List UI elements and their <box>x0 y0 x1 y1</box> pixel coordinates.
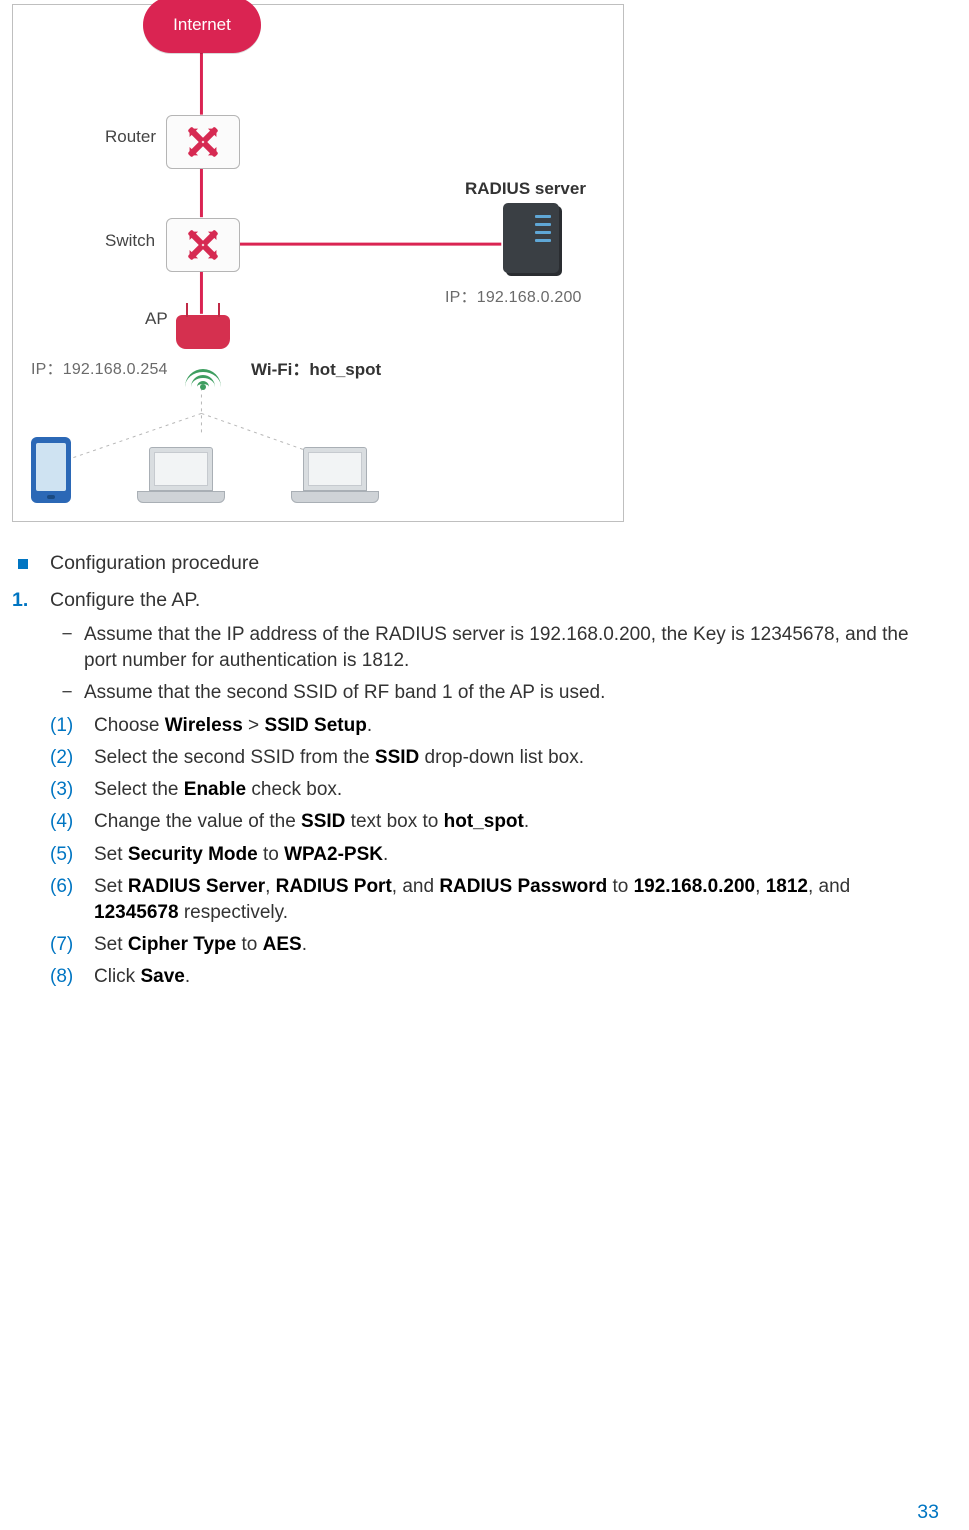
radius-server-icon <box>503 203 559 273</box>
ap-label: AP <box>145 309 168 329</box>
wifi-icon <box>183 357 223 387</box>
step-title: Configure the AP. <box>50 589 200 612</box>
substep: (2) Select the second SSID from the SSID… <box>12 745 939 771</box>
assumption-text: Assume that the IP address of the RADIUS… <box>84 622 939 674</box>
dash-bullet: − <box>50 622 84 648</box>
section-title: Configuration procedure <box>50 552 259 575</box>
substep-text: Select the second SSID from the SSID dro… <box>94 745 939 771</box>
router-label: Router <box>105 127 156 147</box>
substep-number: (8) <box>50 964 94 990</box>
substep-text: Choose Wireless > SSID Setup. <box>94 713 939 739</box>
switch-label: Switch <box>105 231 155 251</box>
phone-icon <box>31 437 71 503</box>
substep-number: (5) <box>50 842 94 868</box>
ap-ip-label: IP：192.168.0.254 <box>31 355 168 379</box>
substep-text: Change the value of the SSID text box to… <box>94 809 939 835</box>
laptop-icon <box>291 447 379 503</box>
substep: (7) Set Cipher Type to AES. <box>12 932 939 958</box>
substep-text: Set RADIUS Server, RADIUS Port, and RADI… <box>94 874 939 926</box>
switch-icon <box>166 218 240 272</box>
substep-number: (6) <box>50 874 94 900</box>
substep: (3) Select the Enable check box. <box>12 777 939 803</box>
substep-number: (1) <box>50 713 94 739</box>
substep-number: (4) <box>50 809 94 835</box>
radius-ip-label: IP：192.168.0.200 <box>445 283 582 307</box>
internet-cloud-icon: Internet <box>143 0 261 53</box>
substep-text: Click Save. <box>94 964 939 990</box>
substep: (8) Click Save. <box>12 964 939 990</box>
step-1-heading: 1. Configure the AP. <box>12 589 939 612</box>
section-heading: Configuration procedure <box>12 552 939 575</box>
page-number: 33 <box>917 1501 939 1524</box>
step-number: 1. <box>12 589 50 612</box>
network-diagram: Internet Router Switch RADIUS server IP：… <box>12 4 624 522</box>
substep: (1) Choose Wireless > SSID Setup. <box>12 713 939 739</box>
square-bullet-icon <box>18 559 28 569</box>
internet-label: Internet <box>143 0 261 53</box>
substep-text: Set Cipher Type to AES. <box>94 932 939 958</box>
substep-number: (7) <box>50 932 94 958</box>
substep-number: (3) <box>50 777 94 803</box>
dash-bullet: − <box>50 680 84 706</box>
assumption-text: Assume that the second SSID of RF band 1… <box>84 680 939 706</box>
substep: (6) Set RADIUS Server, RADIUS Port, and … <box>12 874 939 926</box>
laptop-icon <box>137 447 225 503</box>
router-icon <box>166 115 240 169</box>
radius-title: RADIUS server <box>465 179 586 199</box>
assumption-item: − Assume that the second SSID of RF band… <box>12 680 939 706</box>
substep-text: Select the Enable check box. <box>94 777 939 803</box>
ap-icon <box>176 315 230 349</box>
substep-text: Set Security Mode to WPA2-PSK. <box>94 842 939 868</box>
substep: (5) Set Security Mode to WPA2-PSK. <box>12 842 939 868</box>
substep-number: (2) <box>50 745 94 771</box>
assumption-item: − Assume that the IP address of the RADI… <box>12 622 939 674</box>
client-devices <box>31 437 379 503</box>
substep: (4) Change the value of the SSID text bo… <box>12 809 939 835</box>
wifi-ssid-label: Wi-Fi：hot_spot <box>251 355 381 380</box>
